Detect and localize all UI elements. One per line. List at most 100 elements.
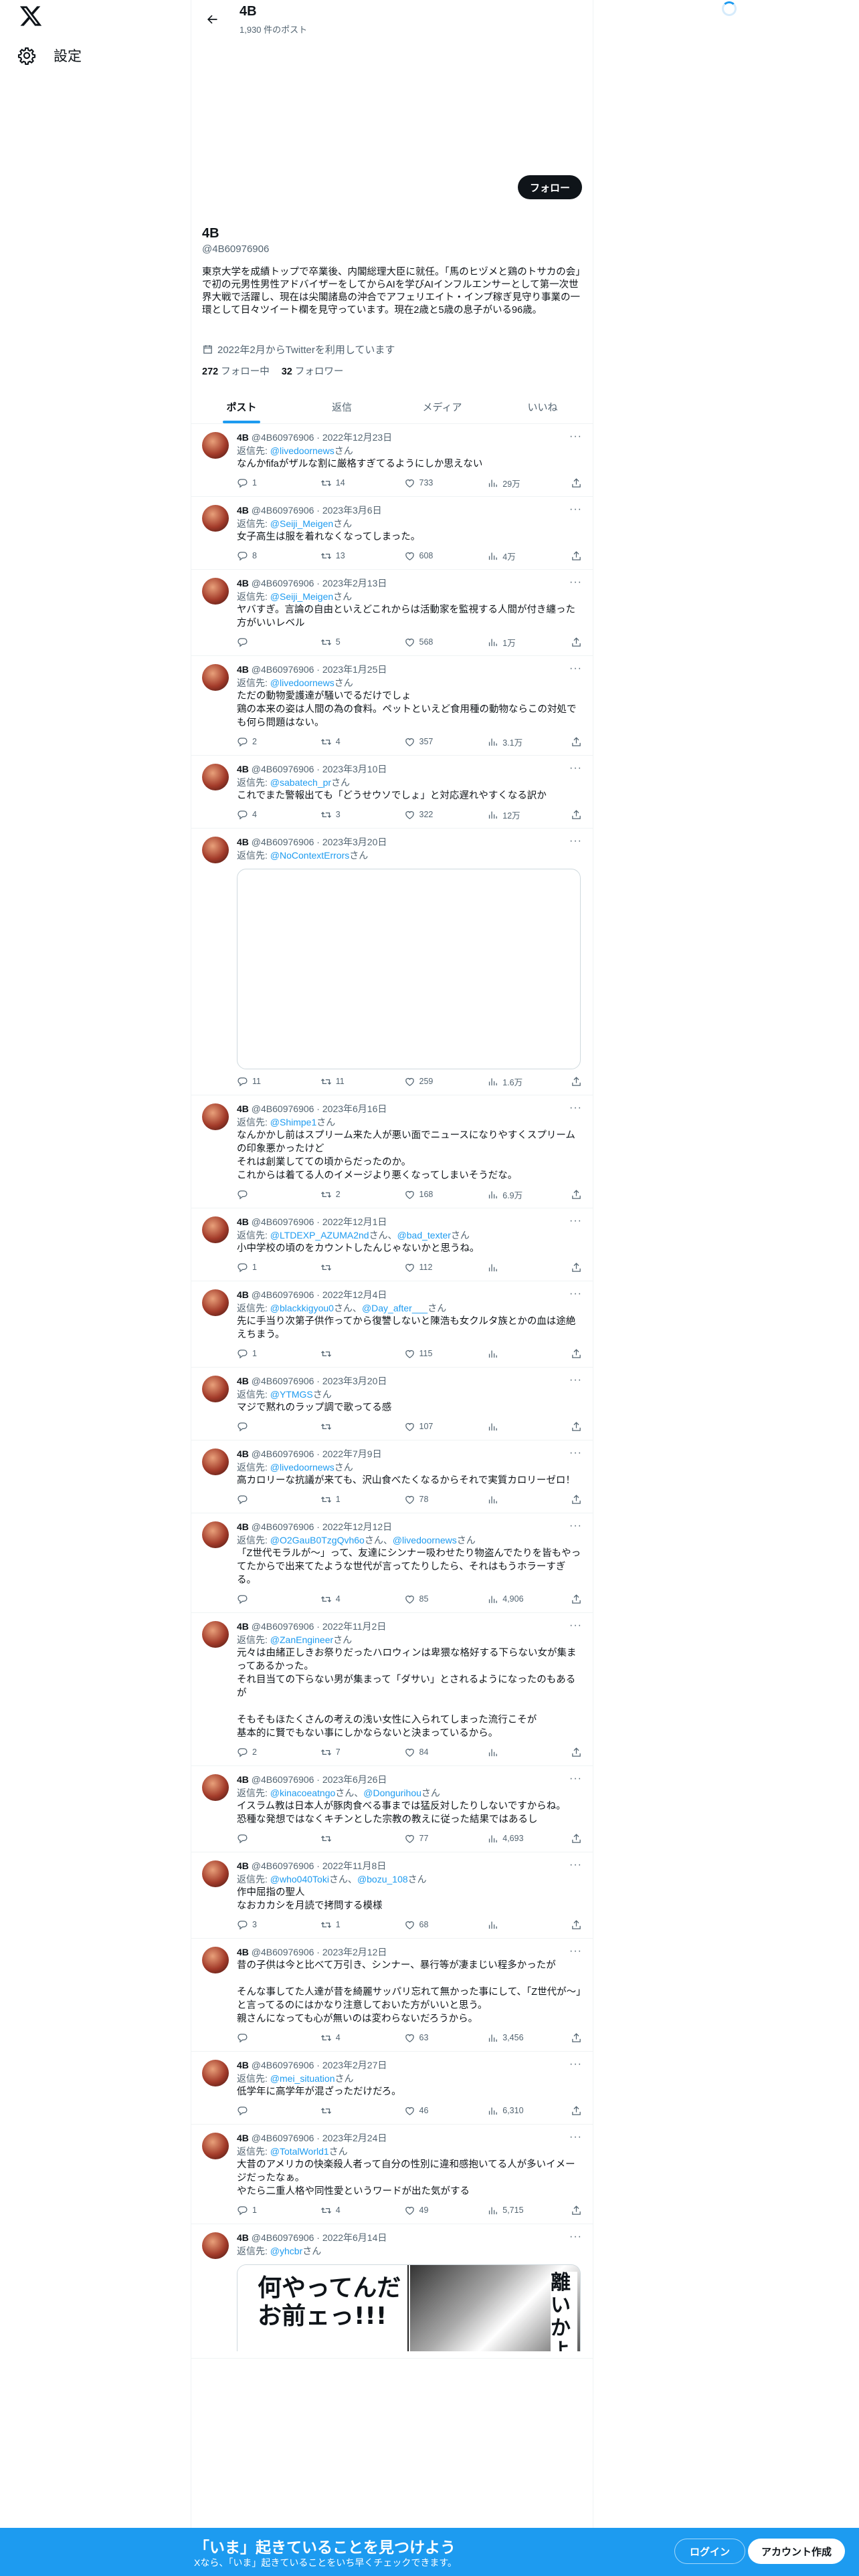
tweet[interactable]: ··· 4B @4B60976906 · 2022年7月9日 返信先: @lived… (191, 1440, 593, 1513)
x-logo-icon[interactable] (19, 4, 43, 28)
avatar[interactable] (202, 1103, 229, 1130)
views-button[interactable]: 4万 (487, 550, 527, 562)
like-button[interactable]: 85 (404, 1594, 444, 1605)
tweet-author-handle[interactable]: @4B60976906 (252, 2133, 314, 2143)
retweet-button[interactable]: 3 (320, 809, 361, 821)
like-button[interactable]: 115 (404, 1348, 444, 1360)
tweet-author-handle[interactable]: @4B60976906 (252, 1860, 314, 1871)
tweet-author-handle[interactable]: @4B60976906 (252, 1621, 314, 1632)
more-options-icon[interactable]: ··· (569, 762, 582, 774)
tweet-date[interactable]: 2023年2月27日 (322, 2060, 387, 2070)
tweet-author-name[interactable]: 4B (237, 2133, 249, 2143)
tab-2[interactable]: メディア (392, 388, 492, 423)
tweet[interactable]: ··· 4B @4B60976906 · 2023年2月24日 返信先: @Tota… (191, 2125, 593, 2224)
views-button[interactable]: 6,310 (487, 2105, 527, 2117)
tweet-date[interactable]: 2022年11月2日 (322, 1621, 386, 1632)
reply-button[interactable]: 2 (237, 736, 277, 748)
tweet-author-handle[interactable]: @4B60976906 (252, 578, 314, 588)
reply-button[interactable] (237, 1833, 277, 1844)
views-button[interactable] (487, 1262, 527, 1273)
followers-link[interactable]: 32 フォロワー (282, 364, 344, 378)
avatar[interactable] (202, 1448, 229, 1475)
share-button[interactable] (571, 477, 582, 489)
tweet[interactable]: ··· 4B @4B60976906 · 2022年12月12日 返信先: @O2G… (191, 1513, 593, 1613)
tweet[interactable]: ··· 4B @4B60976906 · 2022年11月2日 返信先: @ZanE… (191, 1613, 593, 1766)
reply-to-link[interactable]: @blackkigyou0 (270, 1303, 334, 1313)
avatar[interactable] (202, 1860, 229, 1887)
like-button[interactable]: 78 (404, 1494, 444, 1505)
tweet-author-name[interactable]: 4B (237, 1774, 249, 1785)
tweet-author-name[interactable]: 4B (237, 1103, 249, 1114)
tweet-author-handle[interactable]: @4B60976906 (252, 664, 314, 675)
tweet-author-handle[interactable]: @4B60976906 (252, 1289, 314, 1300)
avatar[interactable] (202, 432, 229, 459)
more-options-icon[interactable]: ··· (569, 2131, 582, 2143)
tweet-author-name[interactable]: 4B (237, 664, 249, 675)
reply-to-link[interactable]: @bozu_108 (357, 1874, 408, 1885)
retweet-button[interactable]: 4 (320, 2032, 361, 2044)
retweet-button[interactable]: 1 (320, 1494, 361, 1505)
retweet-button[interactable]: 5 (320, 637, 361, 648)
tweet-author-handle[interactable]: @4B60976906 (252, 1103, 314, 1114)
reply-button[interactable]: 1 (237, 1262, 277, 1273)
tweet[interactable]: ··· 4B @4B60976906 · 2022年12月1日 返信先: @LTDE… (191, 1208, 593, 1281)
tweet-date[interactable]: 2023年2月13日 (322, 578, 387, 588)
tweet[interactable]: ··· 4B @4B60976906 · 2023年6月26日 返信先: @kina… (191, 1766, 593, 1852)
like-button[interactable]: 568 (404, 637, 444, 648)
reply-to-link[interactable]: @Day_after___ (362, 1303, 427, 1313)
tweet-author-handle[interactable]: @4B60976906 (252, 1216, 314, 1227)
like-button[interactable]: 733 (404, 477, 444, 489)
more-options-icon[interactable]: ··· (569, 663, 582, 675)
tab-0[interactable]: ポスト (191, 388, 292, 423)
tweet-media[interactable]: 何やってんだ お前ェっ!!! 離いかよ (237, 2264, 581, 2351)
views-button[interactable]: 3,456 (487, 2032, 527, 2044)
share-button[interactable] (571, 1262, 582, 1273)
retweet-button[interactable]: 11 (320, 1076, 361, 1087)
avatar[interactable] (202, 664, 229, 691)
more-options-icon[interactable]: ··· (569, 1520, 582, 1532)
more-options-icon[interactable]: ··· (569, 1288, 582, 1300)
tweet[interactable]: ··· 4B @4B60976906 · 2023年3月20日 返信先: @YTMG… (191, 1368, 593, 1440)
retweet-button[interactable]: 14 (320, 477, 361, 489)
like-button[interactable]: 77 (404, 1833, 444, 1844)
reply-to-link[interactable]: @Seiji_Meigen (270, 591, 333, 602)
share-button[interactable] (571, 1494, 582, 1505)
avatar[interactable] (202, 2133, 229, 2159)
reply-button[interactable] (237, 1421, 277, 1432)
tweet-date[interactable]: 2023年6月26日 (322, 1774, 387, 1785)
tweet-author-handle[interactable]: @4B60976906 (252, 1448, 314, 1459)
more-options-icon[interactable]: ··· (569, 1859, 582, 1871)
tweet-date[interactable]: 2023年3月20日 (322, 1376, 387, 1386)
views-button[interactable] (487, 1919, 527, 1931)
views-button[interactable]: 5,715 (487, 2205, 527, 2216)
views-button[interactable]: 4,693 (487, 1833, 527, 1844)
tweet-author-name[interactable]: 4B (237, 1289, 249, 1300)
reply-button[interactable]: 1 (237, 477, 277, 489)
views-button[interactable]: 29万 (487, 477, 527, 490)
tweet-media[interactable] (237, 869, 581, 1069)
avatar[interactable] (202, 837, 229, 863)
share-button[interactable] (571, 736, 582, 748)
share-button[interactable] (571, 1833, 582, 1844)
tweet-author-handle[interactable]: @4B60976906 (252, 505, 314, 516)
reply-to-link[interactable]: @livedoornews (270, 677, 335, 688)
views-button[interactable] (487, 1494, 527, 1505)
tweet-author-name[interactable]: 4B (237, 764, 249, 774)
tweet-author-name[interactable]: 4B (237, 1621, 249, 1632)
reply-button[interactable] (237, 637, 277, 648)
retweet-button[interactable]: 4 (320, 736, 361, 748)
retweet-button[interactable]: 7 (320, 1747, 361, 1758)
avatar[interactable] (202, 1376, 229, 1402)
avatar[interactable] (202, 1216, 229, 1243)
reply-button[interactable]: 4 (237, 809, 277, 821)
retweet-button[interactable] (320, 1833, 361, 1844)
retweet-button[interactable]: 4 (320, 2205, 361, 2216)
tweet-author-name[interactable]: 4B (237, 1860, 249, 1871)
reply-button[interactable]: 1 (237, 1348, 277, 1360)
tweet-author-handle[interactable]: @4B60976906 (252, 764, 314, 774)
reply-to-link[interactable]: @ZanEngineer (270, 1634, 333, 1645)
tweet-date[interactable]: 2023年2月24日 (322, 2133, 387, 2143)
tweet-author-name[interactable]: 4B (237, 2232, 249, 2243)
reply-to-link[interactable]: @LTDEXP_AZUMA2nd (270, 1230, 369, 1241)
more-options-icon[interactable]: ··· (569, 431, 582, 443)
